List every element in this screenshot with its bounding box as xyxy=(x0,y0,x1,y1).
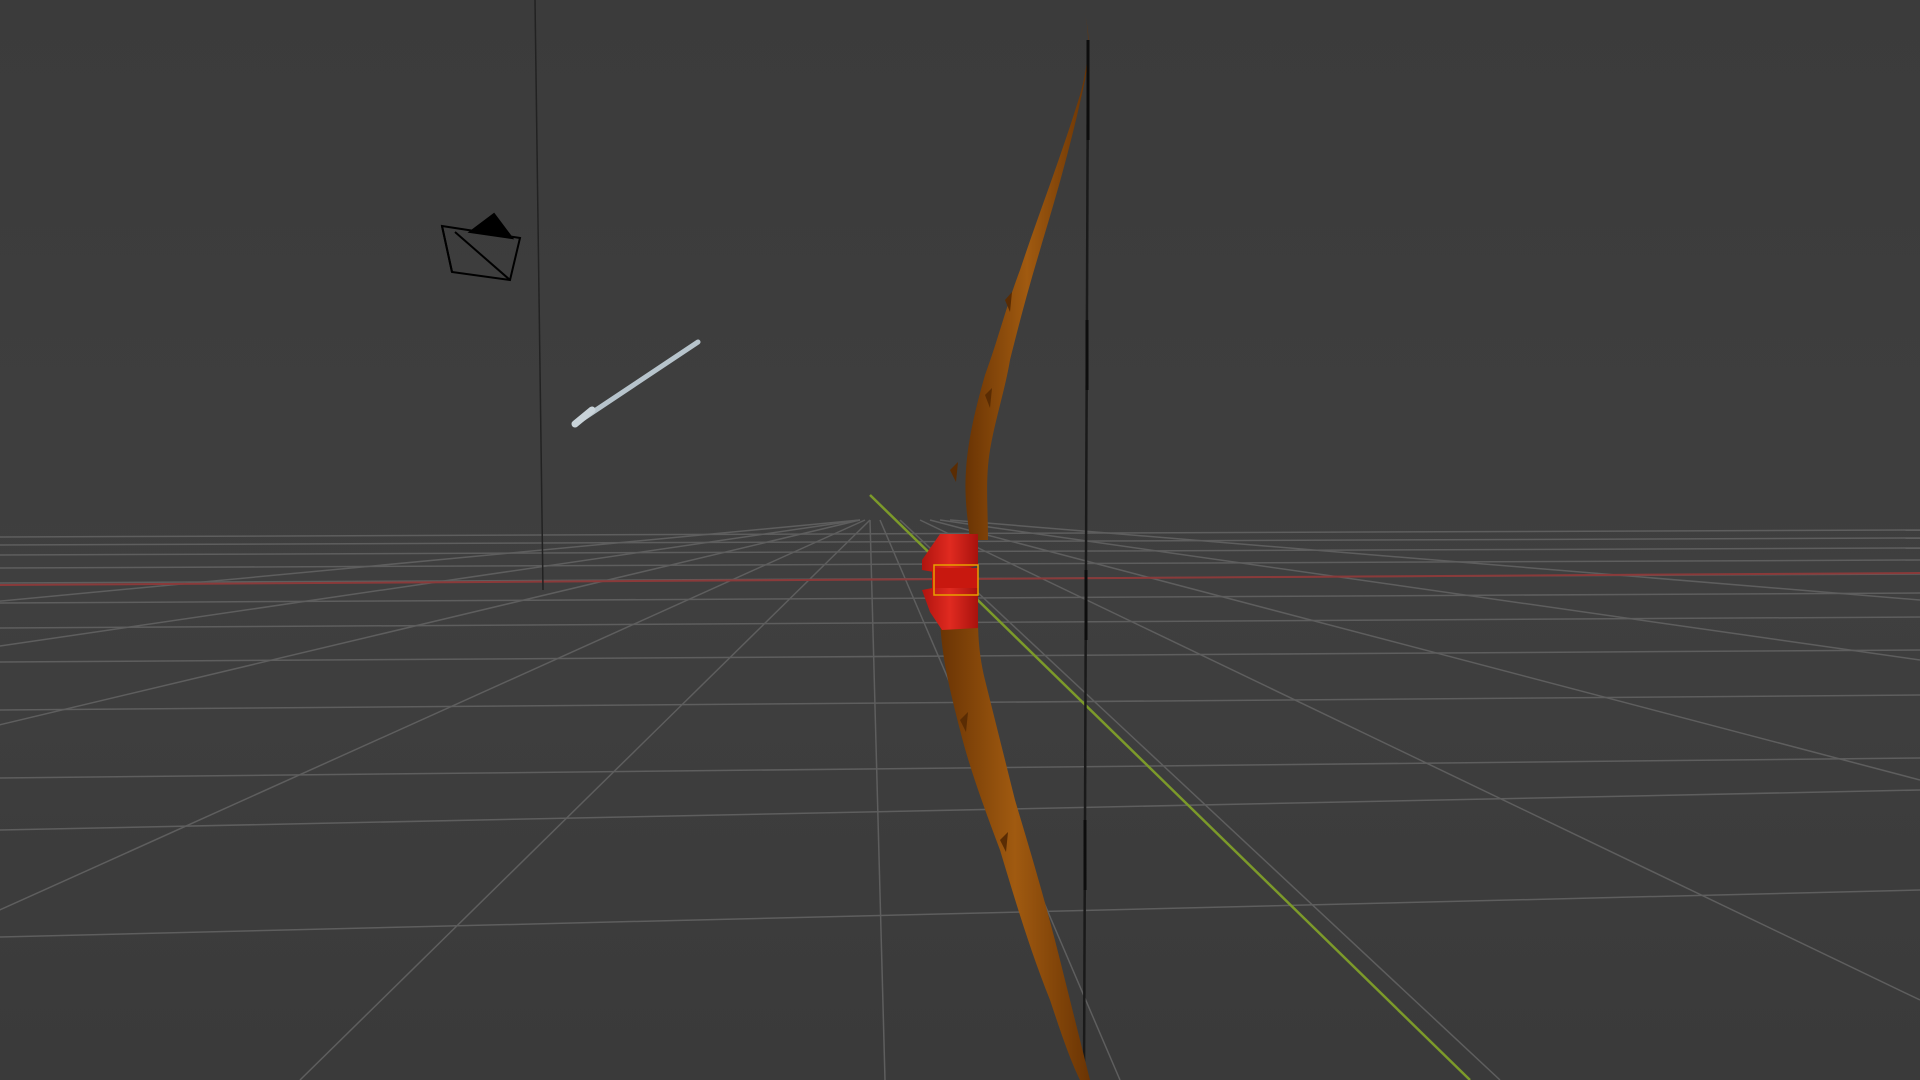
grip-middle[interactable] xyxy=(932,568,978,588)
viewport-canvas[interactable] xyxy=(0,0,1920,1080)
3d-viewport[interactable] xyxy=(0,0,1920,1080)
